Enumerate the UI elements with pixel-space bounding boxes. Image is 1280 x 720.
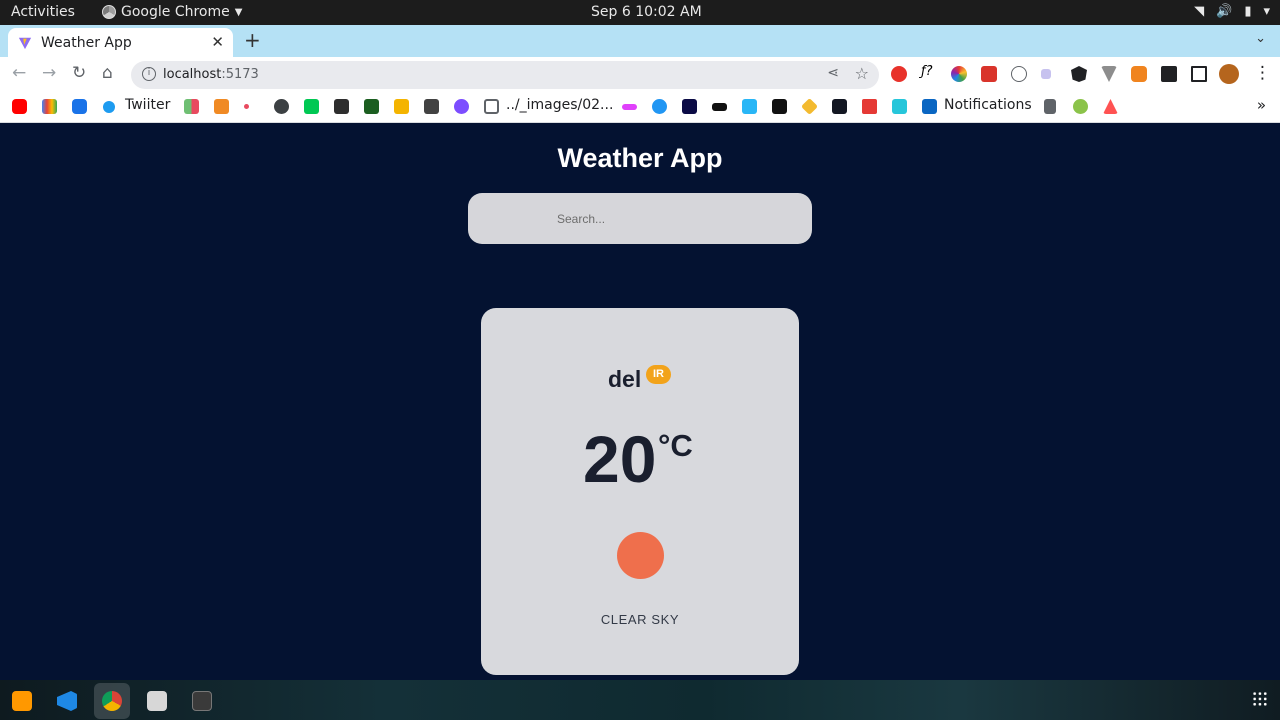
binance-bookmark-icon[interactable] — [801, 98, 818, 115]
wifi-icon: ◥ — [1194, 4, 1205, 19]
chart-bookmark-icon[interactable] — [184, 99, 199, 114]
green-bookmark-icon[interactable] — [1073, 99, 1088, 114]
dot-bookmark-icon[interactable] — [244, 104, 249, 109]
battery-icon: ▮ — [1244, 4, 1252, 19]
metamask-extension-icon[interactable] — [1131, 66, 1147, 82]
tab-close-icon[interactable]: ✕ — [211, 33, 224, 51]
power-bookmark-icon[interactable] — [304, 99, 319, 114]
cube-bookmark-icon[interactable] — [892, 99, 907, 114]
terminal-icon — [192, 691, 212, 711]
weather-description: CLEAR SKY — [600, 612, 680, 627]
vite-favicon-icon — [18, 37, 32, 49]
tab-weather-app[interactable]: Weather App ✕ — [8, 28, 233, 57]
terminal-launcher[interactable] — [184, 683, 220, 719]
blue-bookmark-icon[interactable] — [652, 99, 667, 114]
circle-bookmark-icon[interactable] — [274, 99, 289, 114]
forward-arrow-icon[interactable]: → — [42, 63, 56, 83]
orange-bookmark-icon[interactable] — [214, 99, 229, 114]
share-icon[interactable]: ⋖ — [827, 65, 839, 81]
chrome-icon — [102, 5, 116, 19]
tradingview-bookmark-icon[interactable] — [832, 99, 847, 114]
linkedin-bookmark-icon[interactable] — [922, 99, 937, 114]
chrome-launcher[interactable] — [94, 683, 130, 719]
taskbar-dock — [0, 680, 1280, 720]
extensions-puzzle-icon[interactable] — [1161, 66, 1177, 82]
document-bookmark-icon[interactable] — [1044, 99, 1056, 114]
a-bookmark-icon[interactable] — [1103, 99, 1118, 114]
color-picker-extension-icon[interactable] — [951, 66, 967, 82]
browser-toolbar: ← → ↻ ⌂ i localhost:5173 ⋖ ☆ ƒ? ⋮ — [0, 57, 1280, 92]
app-menu[interactable]: Google Chrome ▼ — [102, 4, 242, 20]
twitter-bookmark-icon[interactable] — [103, 101, 115, 113]
bookmark-star-icon[interactable]: ☆ — [855, 64, 869, 83]
temperature-unit: °C — [658, 428, 693, 463]
vscode-launcher[interactable] — [49, 683, 85, 719]
m-bookmark-icon[interactable] — [742, 99, 757, 114]
vscode-icon — [57, 691, 77, 711]
sublime-text-launcher[interactable] — [4, 683, 40, 719]
tab-title: Weather App — [41, 34, 132, 51]
country-badge: IR — [646, 365, 671, 384]
system-top-bar: Activities Google Chrome ▼ Sep 6 10:02 A… — [0, 0, 1280, 25]
folder-bookmark-icon[interactable] — [484, 99, 499, 114]
mail-bookmark-icon[interactable] — [72, 99, 87, 114]
red-extension-icon[interactable] — [981, 66, 997, 82]
power-menu-caret-icon: ▾ — [1263, 4, 1270, 19]
city-name: del — [608, 366, 642, 392]
sublime-text-icon — [12, 691, 32, 711]
opera-extension-icon[interactable] — [891, 66, 907, 82]
json-extension-icon[interactable] — [1011, 66, 1027, 82]
exp-bookmark-icon[interactable] — [622, 104, 637, 110]
app-menu-label: Google Chrome — [121, 4, 230, 20]
site-info-icon[interactable]: i — [142, 67, 156, 81]
weather-page: Weather App del IR 20 °C CLEAR SKY — [0, 123, 1280, 680]
red-bookmark-icon[interactable] — [862, 99, 877, 114]
side-panel-icon[interactable] — [1191, 66, 1207, 82]
chrome-icon — [102, 691, 122, 711]
b-extension-icon[interactable] — [1041, 69, 1051, 79]
camera-bookmark-icon[interactable] — [424, 99, 439, 114]
show-applications-icon[interactable] — [1252, 691, 1268, 707]
bookmark-notifications-label[interactable]: Notifications — [944, 97, 1032, 113]
caret-down-icon: ▼ — [234, 6, 243, 18]
system-tray[interactable]: ◥ 🔊 ▮ ▾ — [1194, 4, 1270, 19]
tab-search-icon[interactable]: ⌄ — [1255, 31, 1266, 46]
purple-bookmark-icon[interactable] — [454, 99, 469, 114]
b-bookmark-icon[interactable] — [682, 99, 697, 114]
youtube-bookmark-icon[interactable] — [12, 99, 27, 114]
fx-extension-icon[interactable]: ƒ? — [921, 64, 941, 80]
angular-extension-icon[interactable] — [1071, 66, 1087, 82]
dark-bookmark-icon[interactable] — [712, 103, 727, 111]
activities-button[interactable]: Activities — [11, 4, 75, 20]
clock[interactable]: Sep 6 10:02 AM — [591, 4, 702, 20]
bookmark-twitter-label[interactable]: Twiiter — [125, 97, 170, 113]
weather-card: del IR 20 °C CLEAR SKY — [481, 308, 799, 675]
vue-devtools-extension-icon[interactable] — [1101, 66, 1117, 82]
address-bar[interactable]: i localhost:5173 ⋖ ☆ — [131, 61, 879, 89]
reload-icon[interactable]: ↻ — [72, 63, 86, 83]
bookmarks-bar: Twiiter ../_images/02... Notifications » — [0, 92, 1280, 123]
volume-icon: 🔊 — [1216, 4, 1233, 19]
files-icon — [147, 691, 167, 711]
tab-strip: Weather App ✕ + ⌄ — [0, 25, 1280, 57]
gmail-bookmark-icon[interactable] — [42, 99, 57, 114]
bookmark-images-label[interactable]: ../_images/02... — [506, 97, 613, 113]
new-tab-button[interactable]: + — [244, 28, 261, 52]
home-icon[interactable]: ⌂ — [102, 63, 113, 83]
x-bookmark-icon[interactable] — [772, 99, 787, 114]
files-launcher[interactable] — [139, 683, 175, 719]
page-title: Weather App — [557, 143, 723, 173]
books-bookmark-icon[interactable] — [394, 99, 409, 114]
search-input[interactable] — [468, 193, 812, 244]
clear-sky-weather-icon — [617, 532, 664, 579]
grid-bookmark-icon[interactable] — [334, 99, 349, 114]
chrome-menu-icon[interactable]: ⋮ — [1254, 63, 1271, 83]
android-bookmark-icon[interactable] — [364, 99, 379, 114]
more-bookmarks-icon[interactable]: » — [1257, 96, 1266, 114]
url-text[interactable]: localhost:5173 — [163, 67, 259, 82]
back-arrow-icon[interactable]: ← — [12, 63, 26, 83]
profile-avatar[interactable] — [1219, 64, 1239, 84]
temperature-value: 20 — [583, 422, 657, 496]
